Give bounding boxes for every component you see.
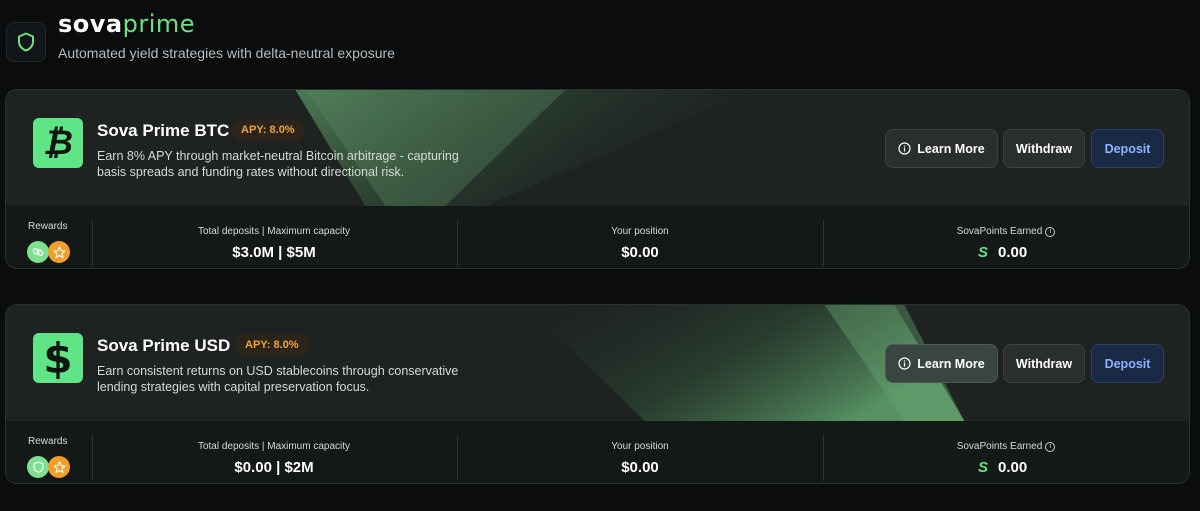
divider [92,435,93,481]
product-card-usd: $ Sova Prime USD APY: 8.0% Earn consiste… [5,304,1190,484]
product-name: Sova Prime USD [97,336,231,355]
position-label: Your position [611,441,669,452]
rewards-label: Rewards [28,436,68,447]
product-description: Earn consistent returns on USD stablecoi… [97,364,459,394]
points-value: 0.00 [998,244,1028,261]
brand-part-sova: sova [58,10,123,38]
divider [92,220,93,266]
dollar-icon: $ [33,333,83,383]
sovapoints-icon: S [978,459,989,476]
info-icon [898,142,911,155]
shield-icon [6,22,46,62]
divider [823,220,824,266]
info-icon[interactable]: i [1045,441,1056,452]
apy-badge: APY: 8.0% [231,119,305,141]
card-header-section: $ Sova Prime USD APY: 8.0% Earn consiste… [6,305,1189,421]
position-value: $0.00 [621,244,659,261]
points-label: SovaPoints Earned [956,226,1043,237]
shield-reward-icon[interactable] [27,456,49,478]
learn-more-button[interactable]: Learn More [885,129,998,168]
page-subtitle: Automated yield strategies with delta-ne… [58,45,395,61]
learn-more-button[interactable]: Learn More [885,344,998,383]
divider [823,435,824,481]
info-icon[interactable]: i [1045,226,1056,237]
deposits-label: Total deposits | Maximum capacity [197,441,351,452]
points-label: SovaPoints Earned [956,441,1043,452]
rewards-label: Rewards [28,221,68,232]
brand-part-prime: prime [122,10,196,38]
points-value: 0.00 [998,459,1028,476]
deposit-button[interactable]: Deposit [1091,129,1164,168]
deposits-value: $0.00 | $2M [234,459,314,476]
product-card-btc: ₿ Sova Prime BTC APY: 8.0% Earn 8% APY t… [5,89,1190,269]
card-stats-section: Rewards Total deposits | Maximum capacit… [6,206,1189,268]
divider [457,435,458,481]
product-name: Sova Prime BTC [97,121,230,140]
deposit-button[interactable]: Deposit [1091,344,1164,383]
deposits-label: Total deposits | Maximum capacity [197,226,351,237]
product-description: Earn 8% APY through market-neutral Bitco… [97,149,459,179]
learn-more-label: Learn More [917,356,985,371]
link-reward-icon[interactable] [27,241,49,263]
deposits-value: $3.0M | $5M [232,244,316,261]
page-header: sovaprime Automated yield strategies wit… [0,0,1200,80]
card-header-section: ₿ Sova Prime BTC APY: 8.0% Earn 8% APY t… [6,90,1189,206]
brand-logo[interactable]: sovaprime [58,10,195,38]
points-label-wrap: SovaPoints Earned i [856,441,1156,452]
sovapoints-icon: S [978,244,989,261]
star-reward-icon[interactable] [48,456,70,478]
position-label: Your position [611,226,669,237]
points-value-wrap: S 0.00 [978,244,1027,261]
position-value: $0.00 [621,459,659,476]
card-stats-section: Rewards Total deposits | Maximum capacit… [6,421,1189,483]
apy-badge: APY: 8.0% [235,334,309,356]
points-value-wrap: S 0.00 [978,459,1027,476]
divider [457,220,458,266]
withdraw-button[interactable]: Withdraw [1003,344,1085,383]
bitcoin-icon: ₿ [33,118,83,168]
info-icon [898,357,911,370]
learn-more-label: Learn More [917,141,985,156]
points-label-wrap: SovaPoints Earned i [856,226,1156,237]
star-reward-icon[interactable] [48,241,70,263]
withdraw-button[interactable]: Withdraw [1003,129,1085,168]
